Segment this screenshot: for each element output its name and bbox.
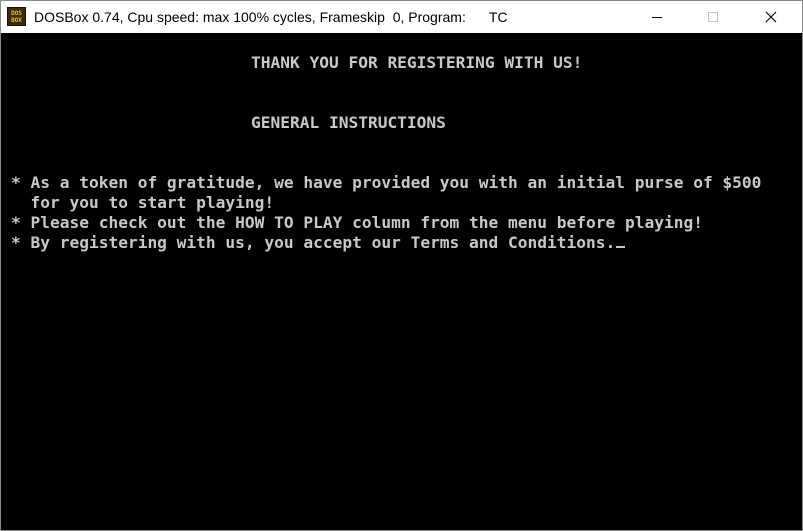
close-button[interactable] <box>748 1 794 33</box>
maximize-button[interactable] <box>690 1 736 33</box>
text-cursor <box>616 246 626 248</box>
minimize-button[interactable] <box>634 1 680 33</box>
window-title: DOSBox 0.74, Cpu speed: max 100% cycles,… <box>34 9 508 25</box>
dosbox-window: DOS BOX DOSBox 0.74, Cpu speed: max 100%… <box>0 0 803 531</box>
registration-heading: THANK YOU FOR REGISTERING WITH US! <box>251 53 583 72</box>
instruction-line: for you to start playing! <box>11 193 275 212</box>
instructions-heading: GENERAL INSTRUCTIONS <box>251 113 446 132</box>
close-icon <box>765 11 777 23</box>
instruction-line-last: * By registering with us, you accept our… <box>11 233 626 253</box>
instruction-line: * As a token of gratitude, we have provi… <box>11 173 762 192</box>
app-icon-label-top: DOS <box>11 10 22 17</box>
minimize-icon <box>652 17 662 18</box>
instruction-line: * By registering with us, you accept our… <box>11 233 616 252</box>
title-bar[interactable]: DOS BOX DOSBox 0.74, Cpu speed: max 100%… <box>1 1 802 33</box>
app-icon-label-bottom: BOX <box>11 17 22 24</box>
dos-screen[interactable]: THANK YOU FOR REGISTERING WITH US! GENER… <box>1 33 802 530</box>
dosbox-app-icon[interactable]: DOS BOX <box>7 7 26 26</box>
instruction-line: * Please check out the HOW TO PLAY colum… <box>11 213 703 232</box>
maximize-icon <box>708 12 718 22</box>
